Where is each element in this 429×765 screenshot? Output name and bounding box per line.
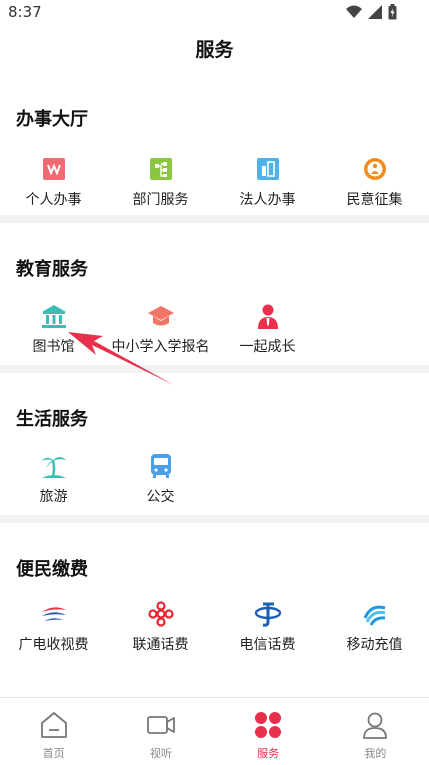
legal-person-icon [256, 158, 279, 180]
tab-profile[interactable]: 我的 [322, 698, 429, 765]
section-divider [0, 365, 429, 373]
grid-item-broadcast-fee[interactable]: 广电收视费 [0, 600, 107, 654]
grid-item-personal-service[interactable]: 个人办事 [0, 155, 107, 209]
tab-video[interactable]: 视听 [107, 698, 214, 765]
services-grid-icon [255, 712, 282, 738]
section-title: 生活服务 [16, 409, 88, 430]
section-title: 教育服务 [16, 259, 88, 280]
tab-label: 视听 [149, 747, 172, 760]
grid-item-travel[interactable]: 旅游 [0, 452, 107, 506]
grid-item-label: 联通话费 [132, 637, 189, 653]
grid-item-unicom-fee[interactable]: 联通话费 [107, 600, 214, 654]
video-icon [146, 716, 175, 734]
signal-icon [368, 5, 382, 19]
grid-item-label: 图书馆 [32, 339, 75, 355]
grid-item-label: 民意征集 [346, 192, 403, 208]
department-icon [149, 158, 172, 180]
grid-item-label: 广电收视费 [18, 637, 89, 653]
grid-item-school-enrollment[interactable]: 中小学入学报名 [107, 302, 214, 356]
status-icons [346, 4, 397, 20]
grid-item-label: 个人办事 [25, 192, 82, 208]
bus-icon [150, 454, 171, 478]
unicom-icon [147, 601, 174, 627]
grid-item-label: 旅游 [39, 489, 68, 505]
grow-together-icon [257, 304, 278, 329]
grid-item-label: 法人办事 [239, 192, 296, 208]
grid-item-legal-person[interactable]: 法人办事 [214, 155, 321, 209]
section-life: 生活服务 旅游 公交 [0, 405, 429, 515]
page-title: 服务 [195, 39, 234, 61]
battery-icon [388, 4, 397, 20]
section-divider [0, 215, 429, 223]
mobile-icon [363, 605, 385, 626]
tab-services[interactable]: 服务 [215, 698, 322, 765]
home-icon [40, 712, 67, 738]
grid-item-grow-together[interactable]: 一起成长 [214, 302, 321, 356]
library-icon [41, 305, 66, 328]
grid-item-telecom-fee[interactable]: 电信话费 [214, 600, 321, 654]
section-payment: 便民缴费 广电收视费 联通话费 电信话费 移动充值 [0, 555, 429, 687]
graduation-cap-icon [147, 306, 174, 326]
wifi-icon [346, 5, 362, 18]
grid-item-bus[interactable]: 公交 [107, 452, 214, 506]
public-opinion-icon [363, 158, 386, 180]
section-title: 便民缴费 [16, 559, 88, 580]
grid-item-label: 一起成长 [239, 339, 296, 355]
tab-label: 首页 [42, 747, 65, 760]
tab-label: 我的 [364, 747, 387, 760]
broadcast-tv-icon [41, 607, 66, 621]
section-education: 教育服务 图书馆 中小学入学报名 一起成长 [0, 255, 429, 365]
grid-item-label: 中小学入学报名 [111, 339, 210, 355]
grid-item-label: 移动充值 [346, 637, 403, 653]
person-service-icon [42, 158, 65, 180]
grid-item-library[interactable]: 图书馆 [0, 302, 107, 356]
grid-item-department-service[interactable]: 部门服务 [107, 155, 214, 209]
status-time: 8:37 [8, 3, 42, 21]
tab-home[interactable]: 首页 [0, 698, 107, 765]
profile-icon [363, 712, 388, 739]
palm-tree-icon [41, 457, 66, 478]
grid-item-public-opinion[interactable]: 民意征集 [321, 155, 428, 209]
tab-label: 服务 [257, 747, 280, 760]
status-bar: 8:37 [0, 0, 429, 26]
telecom-icon [254, 602, 281, 627]
grid-item-mobile-recharge[interactable]: 移动充值 [321, 600, 428, 654]
section-title: 办事大厅 [16, 109, 88, 130]
bottom-tab-bar: 首页 视听 服务 我的 [0, 697, 429, 765]
section-divider [0, 515, 429, 523]
grid-item-label: 部门服务 [132, 192, 189, 208]
grid-item-label: 公交 [146, 489, 175, 505]
grid-item-label: 电信话费 [239, 637, 296, 653]
section-service-hall: 办事大厅 个人办事 部门服务 法人办事 民意征集 [0, 105, 429, 215]
